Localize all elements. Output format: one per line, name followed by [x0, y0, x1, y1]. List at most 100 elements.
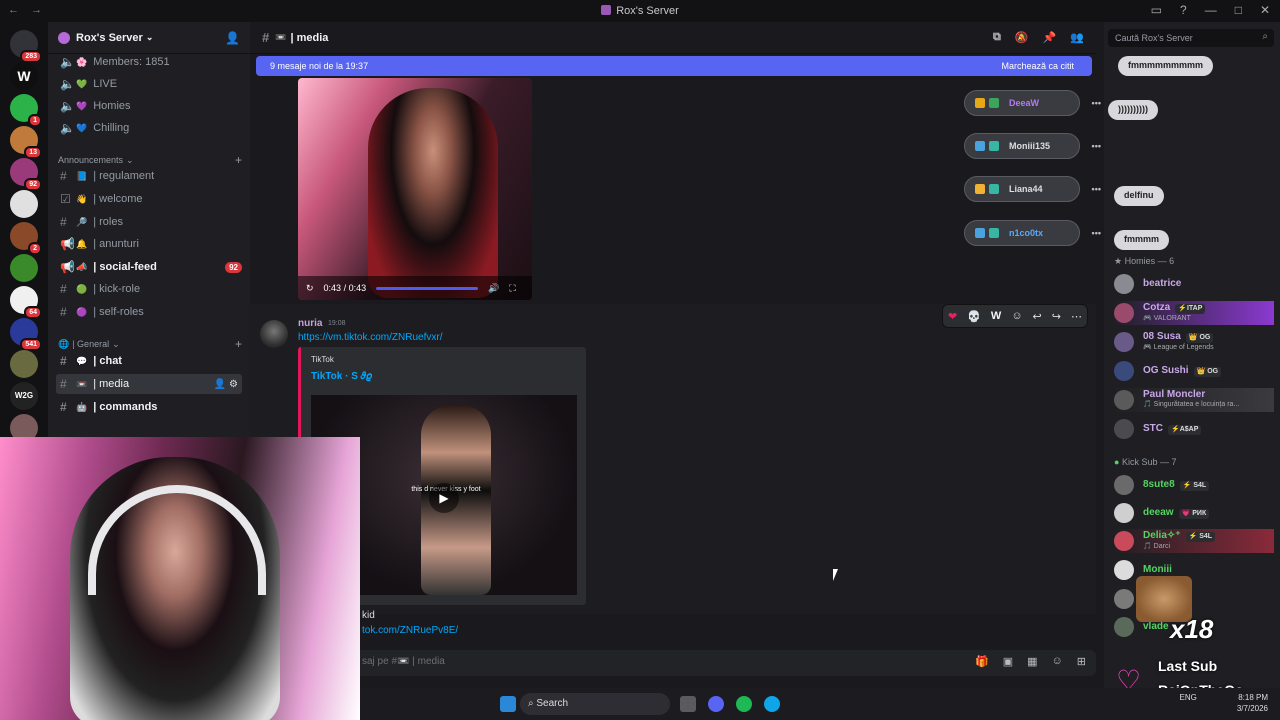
activity-pill[interactable]: Moniii135 •••: [964, 133, 1101, 159]
taskbar-search[interactable]: ⌕ Search: [520, 693, 670, 715]
avatar: [1114, 303, 1134, 323]
channel-emoji: 🔎: [76, 216, 88, 227]
gif-icon[interactable]: ▣: [1003, 655, 1013, 668]
channel-emoji: 📼: [76, 378, 88, 389]
embed-title[interactable]: TikTok · S 𝜗𝜚: [311, 371, 372, 382]
fullscreen-icon[interactable]: ⛶: [509, 283, 515, 294]
message-author[interactable]: nuria: [298, 318, 322, 329]
guild-icon[interactable]: W2G: [10, 382, 38, 410]
close-icon[interactable]: ✕: [1260, 3, 1270, 17]
apps-icon[interactable]: ⊞: [1077, 655, 1086, 668]
more-icon[interactable]: •••: [1092, 141, 1101, 151]
member-item[interactable]: 08 Susa 👑 OG 🎮 League of Legends: [1114, 330, 1274, 354]
video-attachment[interactable]: ↻ 0:43 / 0:43 🔊 ⛶: [298, 78, 532, 300]
add-reaction-icon[interactable]: ☺: [1011, 310, 1022, 322]
settings-gear-icon[interactable]: 👤 ⚙: [214, 379, 238, 390]
skull-reaction-icon[interactable]: 💀: [967, 310, 981, 323]
guild-icon[interactable]: 541: [10, 318, 42, 351]
text-channel[interactable]: # 💬 | chat: [56, 351, 242, 371]
search-input[interactable]: Caută Rox's Server ⌕: [1108, 29, 1274, 47]
video-progress-bar[interactable]: [376, 286, 479, 290]
activity-pill[interactable]: DeeaW •••: [964, 90, 1101, 116]
member-item[interactable]: deeaw 💗 PИК: [1114, 501, 1274, 525]
replay-icon[interactable]: ↻: [306, 283, 314, 294]
play-icon[interactable]: ▶: [429, 483, 459, 513]
guild-icon[interactable]: 64: [10, 286, 42, 319]
minimize-icon[interactable]: —: [1205, 3, 1217, 17]
start-icon[interactable]: [500, 696, 516, 712]
forward-icon[interactable]: ↪: [1052, 310, 1061, 323]
avatar[interactable]: [260, 320, 288, 348]
text-channel[interactable]: # 🔎 | roles: [56, 212, 242, 232]
member-item[interactable]: 8sute8 ⚡ S4L: [1114, 473, 1274, 497]
message-link[interactable]: https://vm.tiktok.com/ZNRuefvxr/: [298, 332, 442, 343]
dm-home-icon[interactable]: 283: [10, 30, 42, 63]
text-channel[interactable]: # 🤖 | commands: [56, 397, 242, 417]
more-icon[interactable]: •••: [1092, 184, 1101, 194]
member-item[interactable]: Cotza ⚡ITAP 🎮 VALORANT: [1114, 301, 1274, 325]
more-icon[interactable]: •••: [1092, 228, 1101, 238]
megaphone-icon: 📢: [60, 237, 75, 251]
text-channel[interactable]: # 🟢 | kick-role: [56, 279, 242, 299]
add-channel-icon[interactable]: +: [235, 153, 242, 167]
gift-icon[interactable]: 🎁: [975, 655, 989, 668]
guild-icon[interactable]: 2: [10, 222, 42, 255]
mute-bell-icon[interactable]: 🔕: [1015, 31, 1029, 44]
channel-emoji: 📘: [76, 170, 88, 181]
volume-icon[interactable]: 🔊: [488, 283, 499, 294]
discord-icon[interactable]: [708, 696, 724, 712]
guild-icon[interactable]: 92: [10, 158, 42, 191]
guild-icon[interactable]: [10, 350, 38, 378]
text-channel[interactable]: ☑ 👋 | welcome: [56, 189, 242, 209]
activity-pill[interactable]: Liana44 •••: [964, 176, 1101, 202]
text-channel-active[interactable]: # 📼 | media 👤 ⚙: [56, 374, 242, 394]
help-icon[interactable]: ?: [1180, 3, 1187, 17]
members-icon[interactable]: 👥: [1070, 31, 1084, 44]
voice-channel[interactable]: 🔈 🌸 Members: 1851: [56, 52, 242, 72]
guild-icon[interactable]: 1: [10, 94, 42, 127]
guild-icon[interactable]: [10, 190, 38, 218]
text-channel[interactable]: # 📘 | regulament: [56, 166, 242, 186]
system-tray[interactable]: ENG 8:18 PM 3/7/2026: [1180, 692, 1268, 714]
emoji-icon[interactable]: ☺: [1052, 655, 1063, 668]
chat-bubble: )))))))))): [1108, 100, 1158, 120]
spotify-icon[interactable]: [736, 696, 752, 712]
unread-badge: 92: [225, 261, 242, 273]
heart-reaction-icon[interactable]: ❤: [948, 310, 957, 323]
maximize-icon[interactable]: □: [1235, 3, 1242, 17]
voice-channel[interactable]: 🔈 💜 Homies: [56, 96, 242, 116]
category-announcements[interactable]: Announcements ⌄ +: [58, 153, 242, 167]
voice-channel[interactable]: 🔈 💙 Chilling: [56, 118, 242, 138]
message-input[interactable]: saj pe #📼 | media 🎁 ▣ ▦ ☺ ⊞: [258, 650, 1096, 676]
guild-icon[interactable]: 13: [10, 126, 42, 159]
more-icon[interactable]: ⋯: [1071, 310, 1082, 323]
activity-pill[interactable]: n1co0tx •••: [964, 220, 1101, 246]
server-header[interactable]: Rox's Server ⌄ 👤: [48, 22, 250, 54]
category-general[interactable]: 🌐 | General ⌄ +: [58, 337, 242, 351]
w-reaction[interactable]: W: [991, 310, 1001, 322]
voice-channel[interactable]: 🔈 💚 LIVE: [56, 74, 242, 94]
guild-icon[interactable]: [10, 254, 38, 282]
sticker-icon[interactable]: ▦: [1027, 655, 1037, 668]
member-item[interactable]: OG Sushi 👑 OG: [1114, 359, 1274, 383]
text-channel[interactable]: # 🟣 | self-roles: [56, 302, 242, 322]
video-frame-person: [368, 88, 498, 298]
member-item[interactable]: STC ⚡A$AP: [1114, 417, 1274, 441]
inbox-icon[interactable]: ▭: [1151, 3, 1162, 17]
guild-w-icon[interactable]: W: [10, 62, 38, 90]
invite-icon[interactable]: 👤: [225, 31, 240, 45]
more-icon[interactable]: •••: [1092, 98, 1101, 108]
member-item[interactable]: Delia✧⁺ ⚡ S4L 🎵 Darci: [1114, 529, 1274, 553]
file-explorer-icon[interactable]: [680, 696, 696, 712]
message-link[interactable]: tok.com/ZNRuePv8E/: [362, 625, 458, 636]
member-item[interactable]: Paul Moncler 🎵 Singurătatea e locuința ra…: [1114, 388, 1274, 412]
member-item[interactable]: beatrice: [1114, 272, 1274, 296]
add-channel-icon[interactable]: +: [235, 337, 242, 351]
edge-icon[interactable]: [764, 696, 780, 712]
announcement-channel[interactable]: 📢 📣 | social-feed 92: [56, 257, 242, 277]
reply-icon[interactable]: ↩: [1033, 310, 1042, 323]
threads-icon[interactable]: ⧉: [993, 31, 1001, 44]
member-name: Delia✧⁺: [1143, 529, 1181, 541]
announcement-channel[interactable]: 📢 🔔 | anunturi: [56, 234, 242, 254]
pin-icon[interactable]: 📌: [1043, 31, 1057, 44]
